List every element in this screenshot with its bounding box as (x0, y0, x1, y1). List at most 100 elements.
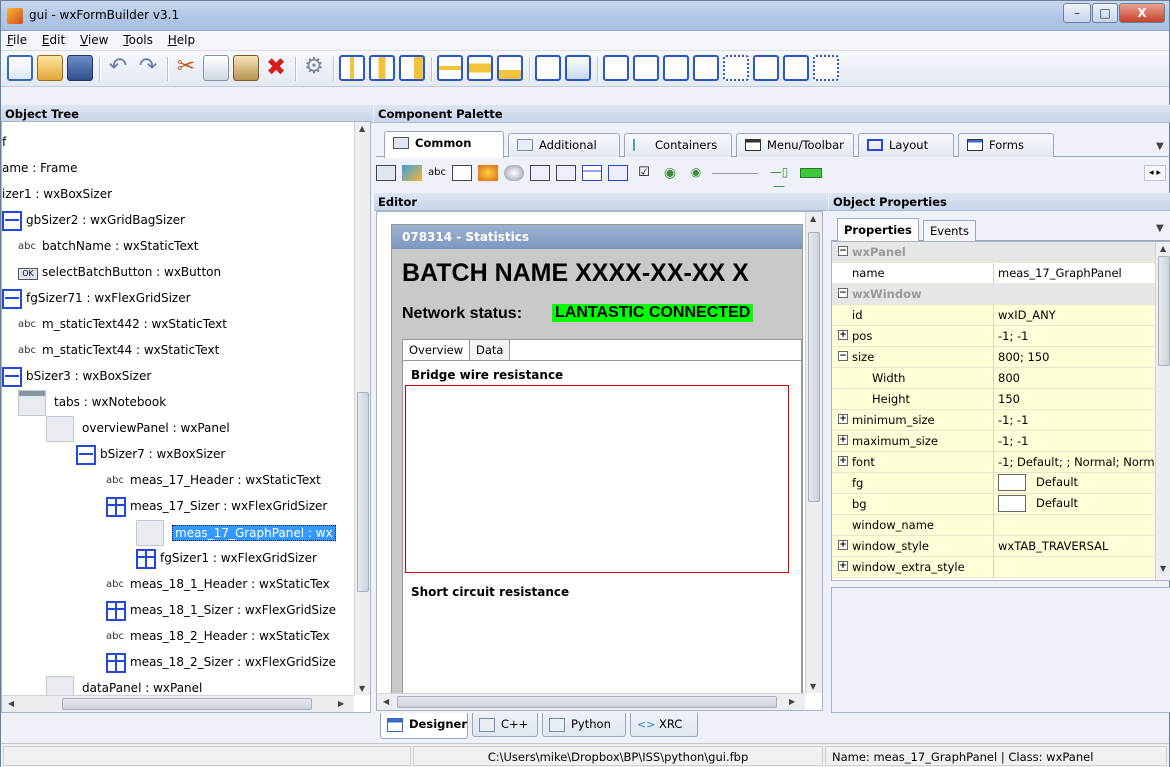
property-value[interactable]: 800 (994, 368, 1157, 389)
expand-icon[interactable]: + (838, 330, 848, 340)
tree-node[interactable]: overviewPanel : wxPanel (2, 416, 357, 442)
slider-component-icon[interactable]: —▯— (764, 165, 794, 193)
editor-vscroll[interactable]: ▲ ▼ (805, 212, 822, 693)
choice-component-icon[interactable] (530, 165, 550, 181)
editor-hscroll[interactable]: ◀ ▶ (377, 693, 805, 710)
property-value[interactable]: -1; -1 (994, 326, 1157, 347)
property-value[interactable]: Default (994, 473, 1157, 494)
property-value[interactable]: 150 (994, 389, 1157, 410)
tree-node[interactable]: ame : Frame (2, 156, 357, 182)
tab-overview[interactable]: Overview (402, 339, 471, 361)
menu-view[interactable]: View (74, 31, 113, 47)
align-center-h-icon[interactable] (369, 55, 395, 81)
property-row[interactable]: + maximum_size -1; -1 (832, 431, 1157, 452)
property-row[interactable]: + pos -1; -1 (832, 326, 1157, 347)
undo-icon[interactable]: ↶ (105, 55, 131, 81)
collapse-icon[interactable]: − (838, 288, 848, 298)
generate-code-icon[interactable]: ⚙ (301, 55, 327, 81)
align-top-icon[interactable] (437, 55, 463, 81)
color-swatch[interactable] (998, 474, 1026, 491)
color-swatch[interactable] (998, 495, 1026, 512)
tab-menu-toolbar[interactable]: Menu/Toolbar (736, 133, 854, 157)
tree-node[interactable]: izer1 : wxBoxSizer (2, 182, 357, 208)
menu-help[interactable]: Help (162, 31, 200, 47)
property-value[interactable]: wxID_ANY (994, 305, 1157, 326)
checkbox-component-icon[interactable]: ☑ (634, 165, 654, 181)
maximize-button[interactable]: □ (1092, 3, 1118, 23)
redo-icon[interactable]: ↷ (135, 55, 161, 81)
combo-component-icon[interactable] (504, 165, 524, 181)
property-value[interactable]: -1; -1 (994, 410, 1157, 431)
align-bottom-icon[interactable] (497, 55, 523, 81)
property-value[interactable]: wxTAB_TRAVERSAL (994, 536, 1157, 557)
align-left-icon[interactable] (339, 55, 365, 81)
tab-designer[interactable]: Designer (380, 713, 468, 739)
grid-component-icon[interactable] (608, 165, 628, 181)
bitmap-button-component-icon[interactable] (402, 165, 422, 181)
tab-events[interactable]: Events (923, 220, 976, 241)
tree-node[interactable]: fgSizer1 : wxFlexGridSizer (2, 546, 357, 572)
tree-node[interactable]: meas_18_2_Sizer : wxFlexGridSize (2, 650, 357, 676)
tree-node[interactable]: bSizer7 : wxBoxSizer (2, 442, 357, 468)
align-right-icon[interactable] (399, 55, 425, 81)
props-tabs-dropdown-icon[interactable]: ▼ (1156, 223, 1164, 234)
property-row[interactable]: + font -1; Default; ; Normal; Norma (832, 452, 1157, 473)
property-row[interactable]: fg Default (832, 473, 1157, 494)
open-project-icon[interactable] (37, 55, 63, 81)
close-button[interactable]: X (1119, 3, 1165, 23)
cut-icon[interactable]: ✂ (173, 55, 199, 81)
menu-tools[interactable]: Tools (117, 31, 158, 47)
property-value[interactable]: -1; -1 (994, 431, 1157, 452)
property-value[interactable]: meas_17_GraphPanel (994, 263, 1157, 284)
tree-node[interactable]: meas_18_1_Sizer : wxFlexGridSize (2, 598, 357, 624)
menu-file[interactable]: File (1, 31, 32, 47)
property-value[interactable] (994, 557, 1157, 578)
tab-forms[interactable]: Forms (958, 133, 1054, 157)
list-ctrl-component-icon[interactable] (582, 165, 602, 181)
border-bottom-icon[interactable] (693, 55, 719, 81)
property-row[interactable]: id wxID_ANY (832, 305, 1157, 326)
collapse-icon[interactable]: − (838, 351, 848, 361)
tree-node[interactable]: abc m_staticText442 : wxStaticText (2, 312, 357, 338)
static-line-component-icon[interactable] (712, 165, 758, 174)
property-row[interactable]: + minimum_size -1; -1 (832, 410, 1157, 431)
tab-containers[interactable]: Containers (624, 133, 732, 157)
border-top-icon[interactable] (663, 55, 689, 81)
expand-icon[interactable]: + (838, 414, 848, 424)
tab-data[interactable]: Data (469, 339, 511, 361)
border-dots-icon[interactable] (813, 55, 839, 81)
tree-node[interactable]: abc m_staticText44 : wxStaticText (2, 338, 357, 364)
tab-xrc[interactable]: <> XRC (630, 713, 698, 737)
tree-node[interactable]: gbSizer2 : wxGridBagSizer (2, 208, 357, 234)
property-row[interactable]: window_name (832, 515, 1157, 536)
tree-vscroll-thumb[interactable] (357, 392, 369, 592)
bitmap-component-icon[interactable] (478, 165, 498, 181)
property-category[interactable]: − wxPanel (832, 242, 1157, 263)
paste-icon[interactable] (233, 55, 259, 81)
copy-icon[interactable] (203, 55, 229, 81)
tree-node[interactable]: meas_17_GraphPanel : wx (2, 520, 357, 546)
gauge-component-icon[interactable] (800, 168, 822, 178)
tab-additional[interactable]: Additional (508, 133, 620, 157)
expand-icon[interactable] (535, 55, 561, 81)
tree-node[interactable]: OK selectBatchButton : wxButton (2, 260, 357, 286)
tree-node[interactable]: f (2, 130, 357, 156)
new-project-icon[interactable] (7, 55, 33, 81)
list-box-component-icon[interactable] (556, 165, 576, 181)
radio-component-icon[interactable]: ◉ (660, 165, 680, 181)
title-bar[interactable]: gui - wxFormBuilder v3.1 – □ X (1, 1, 1169, 31)
radio2-component-icon[interactable]: ◉ (686, 165, 706, 181)
tab-layout[interactable]: Layout (858, 133, 954, 157)
property-value[interactable]: 800; 150 (994, 347, 1157, 368)
tab-python[interactable]: Python (542, 713, 626, 737)
property-row[interactable]: − size 800; 150 (832, 347, 1157, 368)
property-category[interactable]: − wxWindow (832, 284, 1157, 305)
tree-node[interactable]: meas_17_Sizer : wxFlexGridSizer (2, 494, 357, 520)
align-center-v-icon[interactable] (467, 55, 493, 81)
tree-node[interactable]: abc meas_17_Header : wxStaticText (2, 468, 357, 494)
property-row[interactable]: Width 800 (832, 368, 1157, 389)
property-value[interactable] (994, 515, 1157, 536)
static-text-component-icon[interactable]: abc (428, 165, 448, 181)
tree-node[interactable]: fgSizer71 : wxFlexGridSizer (2, 286, 357, 312)
palette-scroll-icon[interactable]: ◂ ▸ (1144, 165, 1166, 181)
